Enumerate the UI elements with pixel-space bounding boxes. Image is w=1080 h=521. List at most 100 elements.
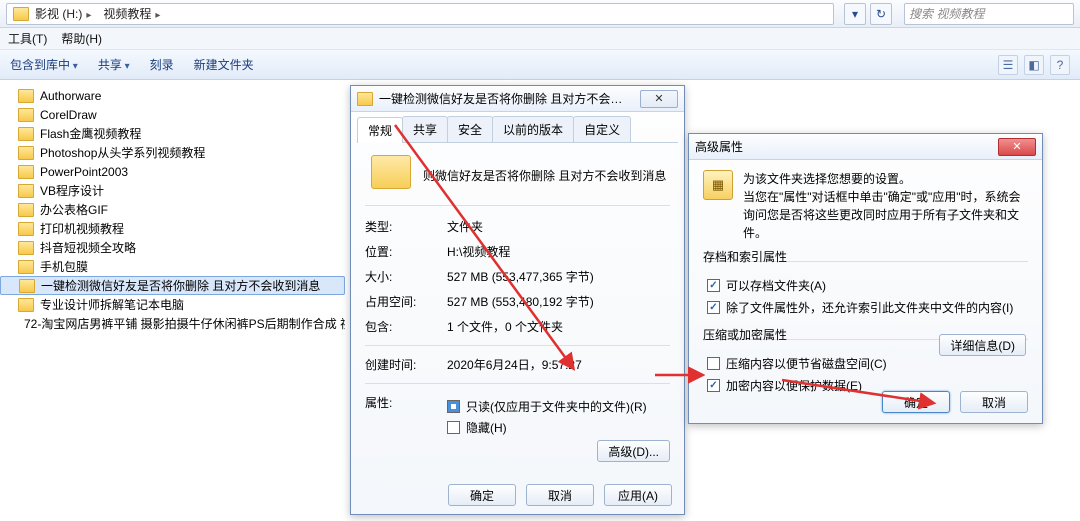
adv-header-line2: 当您在"属性"对话框中单击"确定"或"应用"时，系统会询问您是否将这些更改同时应…: [743, 188, 1028, 242]
breadcrumb-dropdown[interactable]: ▾: [844, 3, 866, 25]
tree-item-label: 一键检测微信好友是否将你删除 且对方不会收到消息: [41, 277, 320, 294]
hidden-checkbox[interactable]: [447, 421, 460, 434]
folder-icon: [18, 165, 34, 179]
disk-value: 527 MB (553,480,192 字节): [447, 293, 594, 310]
folder-icon: [18, 222, 34, 236]
type-value: 文件夹: [447, 218, 483, 235]
size-value: 527 MB (553,477,365 字节): [447, 268, 594, 285]
readonly-label: 只读(仅应用于文件夹中的文件)(R): [466, 398, 647, 415]
breadcrumb-seg[interactable]: 影视 (H:): [33, 5, 97, 22]
menu-help[interactable]: 帮助(H): [61, 30, 102, 47]
folder-icon: [18, 298, 34, 312]
tree-item-label: 办公表格GIF: [40, 201, 108, 218]
preview-pane-icon[interactable]: ◧: [1024, 55, 1044, 75]
include-in-library-button[interactable]: 包含到库中: [10, 56, 78, 73]
burn-button[interactable]: 刻录: [150, 56, 174, 73]
share-button[interactable]: 共享: [98, 56, 130, 73]
folder-icon: [19, 279, 35, 293]
properties-tab[interactable]: 共享: [402, 116, 448, 142]
adv-cancel-button[interactable]: 取消: [960, 391, 1028, 413]
tree-item[interactable]: 打印机视频教程: [0, 219, 345, 238]
archive-label: 可以存档文件夹(A): [726, 277, 826, 294]
contains-label: 包含:: [365, 318, 425, 335]
compress-checkbox[interactable]: [707, 357, 720, 370]
settings-folder-icon: ▦: [703, 170, 733, 200]
apply-button[interactable]: 应用(A): [604, 484, 672, 506]
tree-item-label: 专业设计师拆解笔记本电脑: [40, 296, 184, 313]
close-button[interactable]: ✕: [640, 90, 678, 108]
contains-value: 1 个文件，0 个文件夹: [447, 318, 563, 335]
advanced-attributes-dialog: 高级属性 ✕ ▦ 为该文件夹选择您想要的设置。 当您在"属性"对话框中单击"确定…: [688, 133, 1043, 424]
tree-item[interactable]: Photoshop从头学系列视频教程: [0, 143, 345, 162]
folder-icon: [18, 127, 34, 141]
created-value: 2020年6月24日，9:57:27: [447, 356, 582, 373]
folder-icon: [18, 241, 34, 255]
view-mode-icon[interactable]: ☰: [998, 55, 1018, 75]
folder-name-field[interactable]: 则微信好友是否将你删除 且对方不会收到消息: [423, 167, 666, 184]
adv-dialog-title: 高级属性: [695, 138, 992, 155]
type-label: 类型:: [365, 218, 425, 235]
compress-label: 压缩内容以便节省磁盘空间(C): [726, 355, 887, 372]
close-button[interactable]: ✕: [998, 138, 1036, 156]
tree-item-label: 72-淘宝网店男裤平铺 摄影拍摄牛仔休闲裤PS后期制作合成 视频: [24, 315, 345, 332]
tree-item[interactable]: PowerPoint2003: [0, 162, 345, 181]
drive-icon: [13, 7, 29, 21]
search-placeholder: 搜索 视频教程: [909, 5, 984, 22]
location-label: 位置:: [365, 243, 425, 260]
tree-item-label: VB程序设计: [40, 182, 104, 199]
tree-item-label: Authorware: [40, 89, 101, 103]
ok-button[interactable]: 确定: [448, 484, 516, 506]
folder-tree: Authorware CorelDraw Flash金鹰视频教程Photoshop从…: [0, 80, 345, 521]
folder-large-icon: [371, 155, 411, 189]
folder-icon: [18, 89, 34, 103]
properties-tab[interactable]: 自定义: [573, 116, 631, 142]
tree-item-label: CorelDraw: [40, 108, 97, 122]
encrypt-label: 加密内容以便保护数据(E): [726, 377, 862, 394]
folder-icon: [18, 184, 34, 198]
breadcrumb[interactable]: 影视 (H:) 视频教程: [6, 3, 834, 25]
help-icon[interactable]: ?: [1050, 55, 1070, 75]
folder-icon: [18, 146, 34, 160]
archive-checkbox[interactable]: [707, 279, 720, 292]
properties-tab[interactable]: 安全: [447, 116, 493, 142]
properties-dialog: 一键检测微信好友是否将你删除 且对方不会收到消息 ... ✕ 常规共享安全以前的…: [350, 85, 685, 515]
search-input[interactable]: 搜索 视频教程: [904, 3, 1074, 25]
menu-tools[interactable]: 工具(T): [8, 30, 47, 47]
tree-item[interactable]: 一键检测微信好友是否将你删除 且对方不会收到消息: [0, 276, 345, 295]
cancel-button[interactable]: 取消: [526, 484, 594, 506]
created-label: 创建时间:: [365, 356, 425, 373]
properties-tab[interactable]: 以前的版本: [492, 116, 574, 142]
hidden-label: 隐藏(H): [466, 419, 507, 436]
adv-ok-button[interactable]: 确定: [882, 391, 950, 413]
dialog-folder-icon: [357, 92, 373, 106]
tree-item[interactable]: VB程序设计: [0, 181, 345, 200]
tree-item-label: 抖音短视频全攻略: [40, 239, 136, 256]
index-label: 除了文件属性外，还允许索引此文件夹中文件的内容(I): [726, 299, 1013, 316]
dialog-title: 一键检测微信好友是否将你删除 且对方不会收到消息 ...: [379, 90, 634, 107]
folder-icon: [18, 203, 34, 217]
index-checkbox[interactable]: [707, 301, 720, 314]
new-folder-button[interactable]: 新建文件夹: [194, 56, 254, 73]
explorer-toolbar: 包含到库中 共享 刻录 新建文件夹 ☰ ◧ ?: [0, 50, 1080, 80]
attr-label: 属性:: [365, 394, 425, 411]
advanced-button[interactable]: 高级(D)...: [597, 440, 670, 462]
folder-icon: [18, 108, 34, 122]
disk-label: 占用空间:: [365, 293, 425, 310]
tree-item-label: 手机包膜: [40, 258, 88, 275]
tree-item[interactable]: Flash金鹰视频教程: [0, 124, 345, 143]
tree-item[interactable]: CorelDraw: [0, 105, 345, 124]
tree-item[interactable]: 抖音短视频全攻略: [0, 238, 345, 257]
tree-item[interactable]: 手机包膜: [0, 257, 345, 276]
tree-item[interactable]: 专业设计师拆解笔记本电脑: [0, 295, 345, 314]
encrypt-checkbox[interactable]: [707, 379, 720, 392]
tree-item[interactable]: 72-淘宝网店男裤平铺 摄影拍摄牛仔休闲裤PS后期制作合成 视频: [0, 314, 345, 333]
tree-item[interactable]: 办公表格GIF: [0, 200, 345, 219]
details-button[interactable]: 详细信息(D): [939, 334, 1026, 356]
tree-item[interactable]: Authorware: [0, 86, 345, 105]
menu-bar: 工具(T) 帮助(H): [0, 28, 1080, 50]
refresh-button[interactable]: ↻: [870, 3, 892, 25]
tree-item-label: Photoshop从头学系列视频教程: [40, 144, 205, 161]
properties-tab[interactable]: 常规: [357, 117, 403, 143]
readonly-checkbox[interactable]: [447, 400, 460, 413]
breadcrumb-seg[interactable]: 视频教程: [101, 5, 166, 22]
